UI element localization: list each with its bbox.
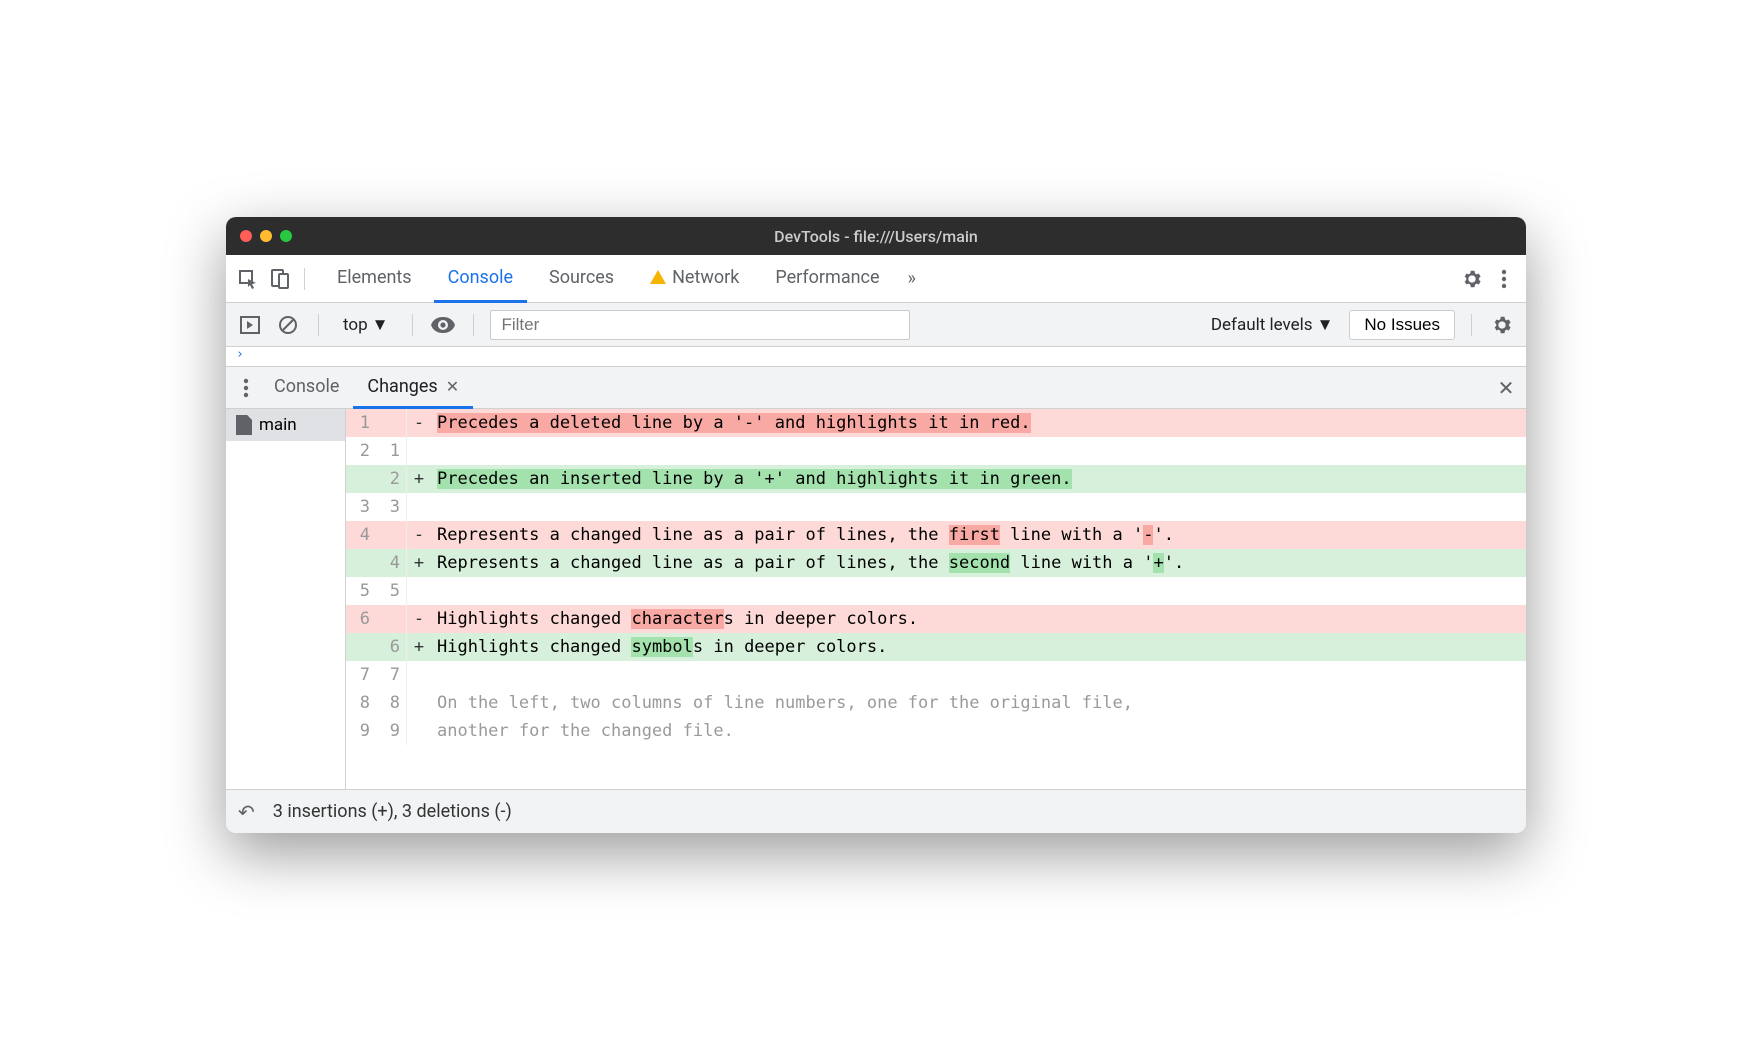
minimize-window-button[interactable] [260, 230, 272, 242]
file-name: main [259, 415, 297, 435]
warning-icon [650, 270, 666, 284]
zoom-window-button[interactable] [280, 230, 292, 242]
file-icon [236, 415, 252, 435]
main-toolbar: Elements Console Sources Network Perform… [226, 255, 1526, 303]
context-label: top [343, 315, 368, 335]
kebab-menu-icon[interactable] [1490, 265, 1518, 293]
revert-icon[interactable]: ↶ [238, 800, 255, 824]
tab-performance[interactable]: Performance [761, 255, 893, 303]
close-tab-icon[interactable]: ✕ [446, 377, 459, 396]
issues-button[interactable]: No Issues [1349, 310, 1455, 340]
log-levels-selector[interactable]: Default levels ▼ [1205, 315, 1340, 335]
console-toolbar: top ▼ Default levels ▼ No Issues [226, 303, 1526, 347]
levels-label: Default levels [1211, 315, 1313, 335]
diff-line: 55 [346, 577, 1526, 605]
file-tree: main [226, 409, 346, 789]
tab-network-label: Network [672, 267, 739, 288]
diff-line-deleted: 1 - Precedes a deleted line by a '-' and… [346, 409, 1526, 437]
separator [473, 314, 474, 336]
diff-line-context: 99 another for the changed file. [346, 717, 1526, 745]
separator [1471, 314, 1472, 336]
clear-console-icon[interactable] [274, 311, 302, 339]
traffic-lights [240, 230, 292, 242]
drawer-kebab-icon[interactable] [232, 374, 260, 402]
device-toggle-icon[interactable] [266, 265, 294, 293]
chevron-down-icon: ▼ [372, 315, 389, 335]
diff-line: 77 [346, 661, 1526, 689]
diff-line-deleted: 6 - Highlights changed characters in dee… [346, 605, 1526, 633]
settings-gear-icon[interactable] [1458, 265, 1486, 293]
more-tabs-button[interactable]: » [898, 268, 926, 289]
diff-view: 1 - Precedes a deleted line by a '-' and… [346, 409, 1526, 789]
chevron-down-icon: ▼ [1317, 315, 1334, 335]
devtools-window: DevTools - file:///Users/main Elements C… [226, 217, 1526, 833]
diff-line-deleted: 4 - Represents a changed line as a pair … [346, 521, 1526, 549]
tab-network[interactable]: Network [636, 255, 753, 303]
console-prompt[interactable]: › [226, 347, 1526, 367]
tab-console[interactable]: Console [434, 255, 527, 303]
main-tabs: Elements Console Sources Network Perform… [323, 255, 894, 303]
console-settings-gear-icon[interactable] [1488, 311, 1516, 339]
close-drawer-icon[interactable]: ✕ [1492, 374, 1520, 402]
drawer-tab-console[interactable]: Console [260, 367, 353, 409]
titlebar: DevTools - file:///Users/main [226, 217, 1526, 255]
changes-panel: main 1 - Precedes a deleted line by a '-… [226, 409, 1526, 789]
diff-line-context: 88 On the left, two columns of line numb… [346, 689, 1526, 717]
separator [304, 268, 305, 290]
file-tree-item[interactable]: main [226, 409, 345, 441]
changes-summary: 3 insertions (+), 3 deletions (-) [273, 801, 512, 822]
diff-line-inserted: 6 + Highlights changed symbols in deeper… [346, 633, 1526, 661]
context-selector[interactable]: top ▼ [335, 311, 396, 339]
separator [412, 314, 413, 336]
tab-elements[interactable]: Elements [323, 255, 426, 303]
live-expression-eye-icon[interactable] [429, 311, 457, 339]
separator [318, 314, 319, 336]
tab-sources[interactable]: Sources [535, 255, 628, 303]
drawer-tab-changes[interactable]: Changes ✕ [353, 367, 473, 409]
window-title: DevTools - file:///Users/main [774, 227, 978, 246]
diff-line: 33 [346, 493, 1526, 521]
filter-input[interactable] [490, 310, 910, 340]
drawer-tabs: Console Changes ✕ ✕ [226, 367, 1526, 409]
changes-footer: ↶ 3 insertions (+), 3 deletions (-) [226, 789, 1526, 833]
inspect-element-icon[interactable] [234, 265, 262, 293]
diff-line-inserted: 4 + Represents a changed line as a pair … [346, 549, 1526, 577]
diff-line-inserted: 2 + Precedes an inserted line by a '+' a… [346, 465, 1526, 493]
show-sidebar-icon[interactable] [236, 311, 264, 339]
diff-line: 21 [346, 437, 1526, 465]
close-window-button[interactable] [240, 230, 252, 242]
drawer-tab-changes-label: Changes [367, 376, 437, 397]
